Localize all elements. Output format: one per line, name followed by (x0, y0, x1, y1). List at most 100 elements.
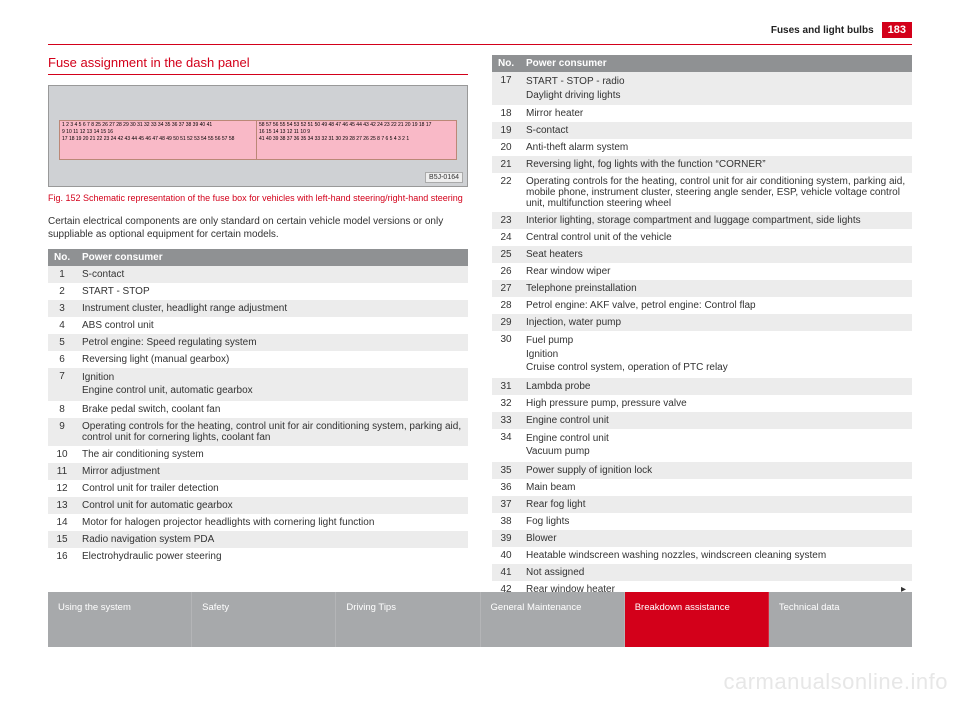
cell-consumer: Seat heaters (520, 246, 912, 263)
header-title: Fuses and light bulbs (771, 25, 874, 36)
table-row: 9Operating controls for the heating, con… (48, 418, 468, 446)
table-row: 2START - STOP (48, 283, 468, 300)
cell-consumer: Reversing light, fog lights with the fun… (520, 156, 912, 173)
table-row: 25Seat heaters (492, 246, 912, 263)
cell-no: 3 (48, 300, 76, 317)
cell-no: 12 (48, 480, 76, 497)
cell-consumer: ABS control unit (76, 317, 468, 334)
cell-consumer: Electrohydraulic power steering (76, 548, 468, 565)
nav-item[interactable]: Breakdown assistance (625, 592, 769, 647)
cell-consumer: IgnitionEngine control unit, automatic g… (76, 368, 468, 401)
table-row: 34Engine control unitVacuum pump (492, 429, 912, 462)
cell-no: 2 (48, 283, 76, 300)
cell-no: 4 (48, 317, 76, 334)
cell-no: 1 (48, 266, 76, 283)
cell-consumer: Reversing light (manual gearbox) (76, 351, 468, 368)
cell-consumer: Interior lighting, storage compartment a… (520, 212, 912, 229)
table-row: 24Central control unit of the vehicle (492, 229, 912, 246)
bottom-nav: Using the systemSafetyDriving TipsGenera… (48, 592, 912, 647)
cell-no: 16 (48, 548, 76, 565)
table-row: 35Power supply of ignition lock (492, 462, 912, 479)
cell-consumer: S-contact (520, 122, 912, 139)
cell-consumer: Injection, water pump (520, 314, 912, 331)
cell-consumer: Heatable windscreen washing nozzles, win… (520, 547, 912, 564)
page-number: 183 (882, 22, 912, 38)
cell-no: 24 (492, 229, 520, 246)
th-consumer: Power consumer (520, 55, 912, 72)
cell-consumer: Engine control unit (520, 412, 912, 429)
table-row: 20Anti-theft alarm system (492, 139, 912, 156)
nav-item[interactable]: Technical data (769, 592, 912, 647)
table-row: 38Fog lights (492, 513, 912, 530)
table-row: 16Electrohydraulic power steering (48, 548, 468, 565)
table-row: 22Operating controls for the heating, co… (492, 173, 912, 212)
cell-no: 25 (492, 246, 520, 263)
cell-consumer: Anti-theft alarm system (520, 139, 912, 156)
table-row: 37Rear fog light (492, 496, 912, 513)
table-row: 3Instrument cluster, headlight range adj… (48, 300, 468, 317)
cell-consumer: Brake pedal switch, coolant fan (76, 401, 468, 418)
cell-consumer: Fog lights (520, 513, 912, 530)
cell-consumer: Instrument cluster, headlight range adju… (76, 300, 468, 317)
cell-no: 41 (492, 564, 520, 581)
cell-consumer: Power supply of ignition lock (520, 462, 912, 479)
cell-consumer: Petrol engine: Speed regulating system (76, 334, 468, 351)
cell-no: 37 (492, 496, 520, 513)
cell-consumer: Mirror adjustment (76, 463, 468, 480)
table-row: 12Control unit for trailer detection (48, 480, 468, 497)
table-row: 31Lambda probe (492, 378, 912, 395)
cell-no: 40 (492, 547, 520, 564)
table-row: 13Control unit for automatic gearbox (48, 497, 468, 514)
cell-consumer: High pressure pump, pressure valve (520, 395, 912, 412)
cell-no: 27 (492, 280, 520, 297)
table-row: 14Motor for halogen projector headlights… (48, 514, 468, 531)
table-row: 33Engine control unit (492, 412, 912, 429)
table-row: 30Fuel pumpIgnitionCruise control system… (492, 331, 912, 378)
cell-no: 33 (492, 412, 520, 429)
th-consumer: Power consumer (76, 249, 468, 266)
table-row: 7IgnitionEngine control unit, automatic … (48, 368, 468, 401)
cell-no: 5 (48, 334, 76, 351)
cell-no: 26 (492, 263, 520, 280)
cell-consumer: Rear window wiper (520, 263, 912, 280)
table-row: 5Petrol engine: Speed regulating system (48, 334, 468, 351)
th-no: No. (48, 249, 76, 266)
table-row: 1S-contact (48, 266, 468, 283)
cell-no: 9 (48, 418, 76, 446)
cell-no: 11 (48, 463, 76, 480)
fuse-row: 16 15 14 13 12 11 10 9 (259, 130, 454, 135)
cell-consumer: Radio navigation system PDA (76, 531, 468, 548)
cell-no: 39 (492, 530, 520, 547)
cell-consumer: Operating controls for the heating, cont… (520, 173, 912, 212)
table-row: 39Blower (492, 530, 912, 547)
cell-no: 19 (492, 122, 520, 139)
cell-no: 22 (492, 173, 520, 212)
cell-consumer: Control unit for trailer detection (76, 480, 468, 497)
table-row: 41Not assigned (492, 564, 912, 581)
cell-no: 32 (492, 395, 520, 412)
fuse-row: 41 40 39 38 37 36 35 34 33 32 31 30 29 2… (259, 137, 454, 142)
cell-no: 20 (492, 139, 520, 156)
cell-no: 21 (492, 156, 520, 173)
fuse-row: 17 18 19 20 21 22 23 24 42 43 44 45 46 4… (62, 137, 257, 142)
cell-consumer: Motor for halogen projector headlights w… (76, 514, 468, 531)
th-no: No. (492, 55, 520, 72)
table-row: 32High pressure pump, pressure valve (492, 395, 912, 412)
table-row: 27Telephone preinstallation (492, 280, 912, 297)
table-row: 40Heatable windscreen washing nozzles, w… (492, 547, 912, 564)
nav-item[interactable]: General Maintenance (481, 592, 625, 647)
left-column: Fuse assignment in the dash panel 1 2 3 … (48, 55, 468, 598)
cell-no: 28 (492, 297, 520, 314)
cell-no: 36 (492, 479, 520, 496)
fuse-row: 9 10 11 12 13 14 15 16 (62, 130, 257, 135)
fuse-box-figure: 1 2 3 4 5 6 7 8 25 26 27 28 29 30 31 32 … (48, 85, 468, 187)
cell-consumer: Control unit for automatic gearbox (76, 497, 468, 514)
table-row: 23Interior lighting, storage compartment… (492, 212, 912, 229)
nav-item[interactable]: Safety (192, 592, 336, 647)
table-row: 17START - STOP - radioDaylight driving l… (492, 72, 912, 105)
table-row: 6Reversing light (manual gearbox) (48, 351, 468, 368)
nav-item[interactable]: Driving Tips (336, 592, 480, 647)
cell-consumer: Operating controls for the heating, cont… (76, 418, 468, 446)
nav-item[interactable]: Using the system (48, 592, 192, 647)
intro-text: Certain electrical components are only s… (48, 215, 468, 241)
